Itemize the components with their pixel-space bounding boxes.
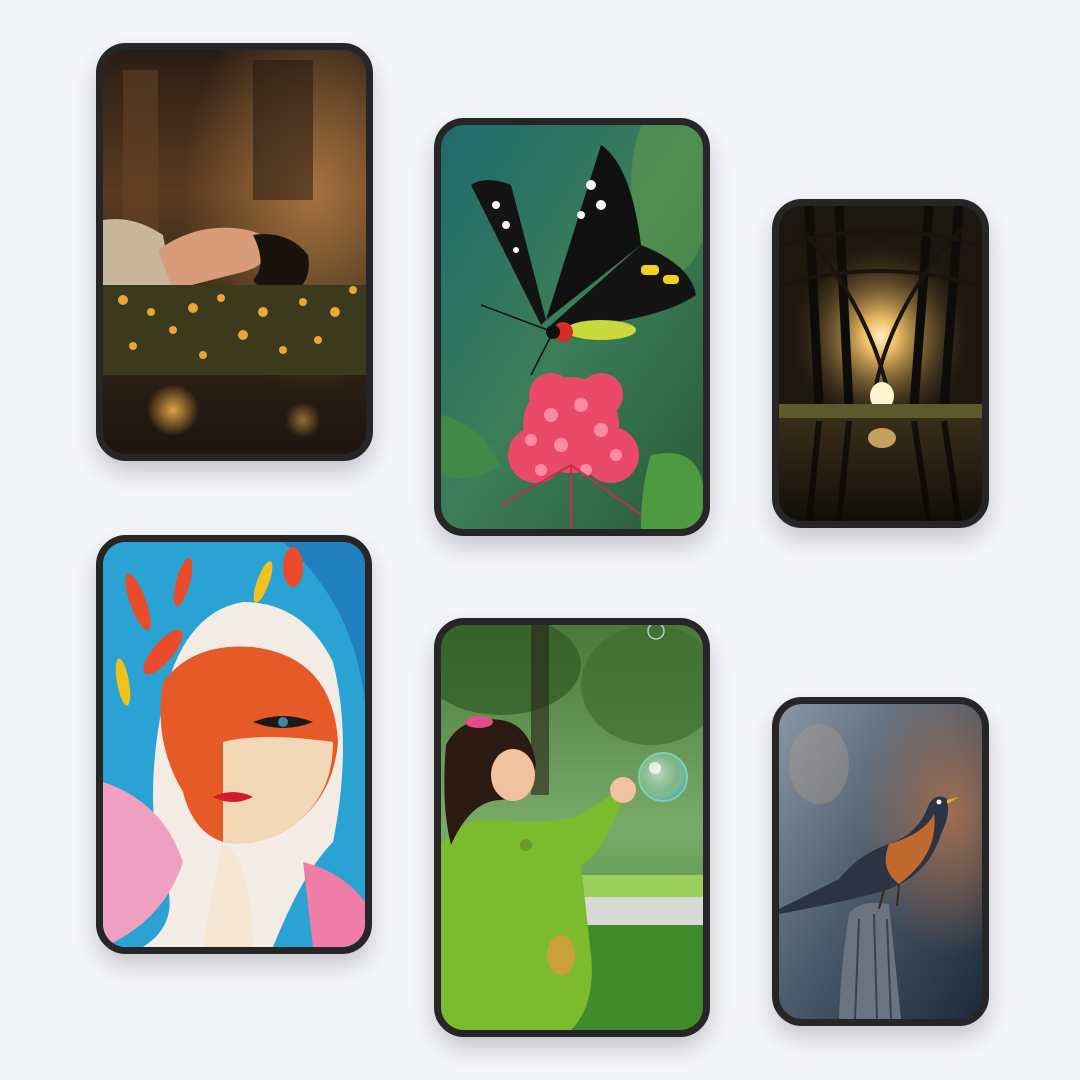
photo-card-robin[interactable]	[772, 697, 989, 1026]
photo-woman-lying-in-flowers	[103, 50, 366, 454]
photo-watercolor-woman	[103, 542, 365, 947]
photo-card-watercolor-portrait[interactable]	[96, 535, 372, 954]
photo-robin-on-stump	[779, 704, 982, 1019]
photo-girl-catching-bubble	[441, 625, 703, 1030]
photo-card-forest-tunnel[interactable]	[772, 199, 989, 528]
photo-card-woman-flowers[interactable]	[96, 43, 373, 461]
photo-card-girl-bubble[interactable]	[434, 618, 710, 1037]
photo-forest-tunnel	[779, 206, 982, 521]
photo-butterfly-on-flower	[441, 125, 703, 529]
photo-card-butterfly[interactable]	[434, 118, 710, 536]
photo-gallery	[0, 0, 1080, 1080]
